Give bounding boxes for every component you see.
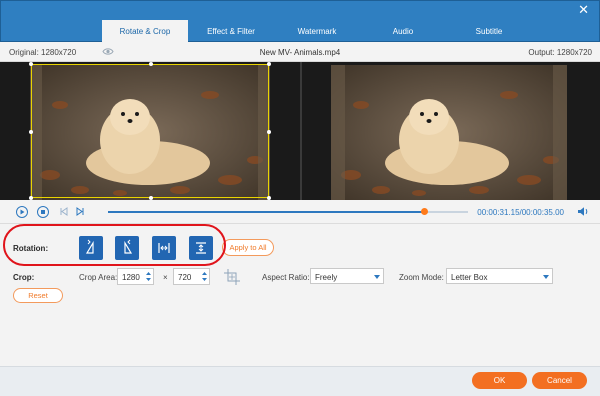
- crop-area-label: Crop Area:: [79, 273, 118, 282]
- flip-vertical-button[interactable]: [189, 236, 213, 260]
- next-frame-button[interactable]: [75, 207, 85, 218]
- zoom-mode-select[interactable]: Letter Box: [446, 268, 553, 284]
- zoom-mode-label: Zoom Mode:: [399, 273, 444, 282]
- crop-label: Crop:: [13, 273, 35, 282]
- aspect-ratio-value: Freely: [315, 273, 338, 282]
- original-video-frame[interactable]: [30, 65, 270, 200]
- tab-subtitle[interactable]: Subtitle: [446, 20, 532, 43]
- cancel-button[interactable]: Cancel: [532, 372, 587, 389]
- output-video-frame: [331, 65, 567, 200]
- stepper-arrows-icon[interactable]: [145, 270, 152, 283]
- time-readout: 00:00:31.15/00:00:35.00: [477, 208, 564, 217]
- title-bar: ✕ Rotate & Crop Effect & Filter Watermar…: [0, 0, 600, 43]
- skip-back-icon: [60, 207, 68, 216]
- previous-frame-button[interactable]: [59, 207, 69, 218]
- times-sign: ×: [163, 273, 168, 282]
- flip-horizontal-icon: [158, 243, 170, 253]
- chevron-down-icon: [374, 275, 380, 279]
- tab-watermark[interactable]: Watermark: [274, 20, 360, 43]
- crop-width-input[interactable]: 1280: [117, 268, 154, 285]
- tab-rotate-crop[interactable]: Rotate & Crop: [102, 20, 188, 43]
- timeline-handle[interactable]: [421, 208, 429, 215]
- crop-height-input[interactable]: 720: [173, 268, 210, 285]
- skip-forward-icon: [76, 207, 84, 216]
- dialog-footer: OK Cancel: [0, 366, 600, 396]
- crop-width-value: 1280: [122, 273, 140, 282]
- ok-button[interactable]: OK: [472, 372, 527, 389]
- preview-divider: [300, 62, 302, 200]
- rotate-right-button[interactable]: [115, 236, 139, 260]
- timeline-progress: [108, 211, 425, 213]
- aspect-ratio-label: Aspect Ratio:: [262, 273, 310, 282]
- apply-to-all-button[interactable]: Apply to All: [222, 239, 274, 256]
- rotate-left-button[interactable]: [79, 236, 103, 260]
- stop-icon: [41, 210, 45, 214]
- output-resolution: Output: 1280x720: [528, 48, 592, 57]
- aspect-ratio-select[interactable]: Freely: [310, 268, 384, 284]
- rotate-left-icon: [85, 239, 94, 254]
- playback-bar: 00:00:31.15/00:00:35.00: [0, 200, 600, 224]
- play-button[interactable]: [16, 206, 28, 218]
- flip-horizontal-button[interactable]: [152, 236, 176, 260]
- reset-button[interactable]: Reset: [13, 288, 63, 303]
- center-crop-icon[interactable]: [223, 268, 241, 288]
- timeline-track[interactable]: [108, 208, 468, 215]
- play-icon: [20, 209, 25, 215]
- rotate-right-icon: [124, 239, 133, 254]
- crop-height-value: 720: [178, 273, 192, 282]
- zoom-mode-value: Letter Box: [451, 273, 488, 282]
- stop-button[interactable]: [37, 206, 49, 218]
- video-preview-area: [0, 62, 600, 200]
- chevron-down-icon: [543, 275, 549, 279]
- volume-icon[interactable]: [577, 206, 590, 219]
- flip-vertical-icon: [196, 242, 206, 254]
- stepper-arrows-icon[interactable]: [201, 270, 208, 283]
- tab-audio[interactable]: Audio: [360, 20, 446, 43]
- close-button[interactable]: ✕: [578, 3, 589, 16]
- preview-header: Original: 1280x720 New MV- Animals.mp4 O…: [0, 42, 600, 62]
- tab-effect-filter[interactable]: Effect & Filter: [188, 20, 274, 43]
- file-name: New MV- Animals.mp4: [259, 48, 341, 57]
- editor-tabs: Rotate & Crop Effect & Filter Watermark …: [102, 20, 532, 43]
- rotation-label: Rotation:: [13, 244, 49, 253]
